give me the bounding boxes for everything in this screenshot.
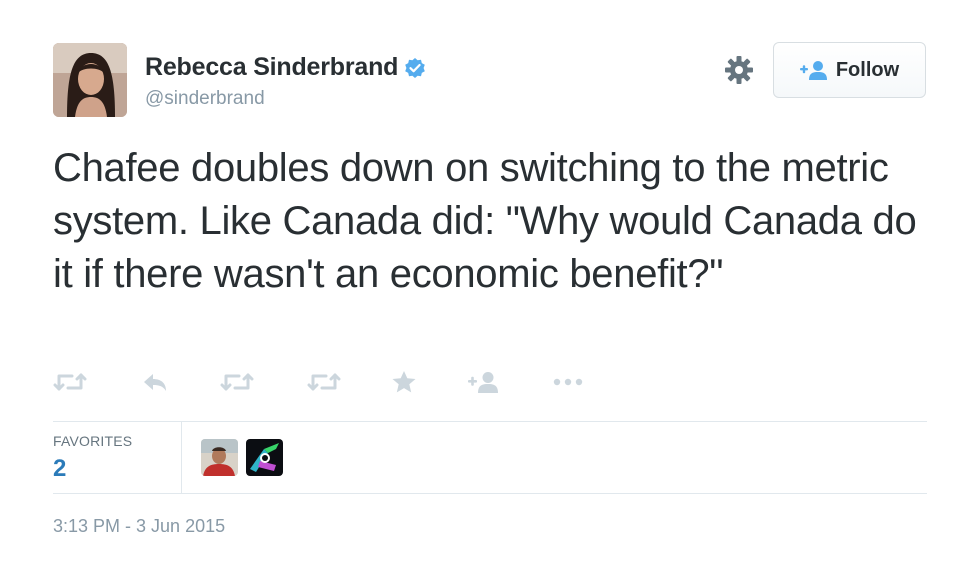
tweet-stats: FAVORITES 2: [53, 421, 927, 493]
avatar-image: [53, 43, 127, 117]
verified-badge-icon: [404, 57, 426, 79]
favoriter-avatar[interactable]: [201, 439, 238, 476]
follow-label: Follow: [835, 58, 900, 81]
gear-icon[interactable]: [724, 55, 754, 85]
favorites-count[interactable]: 2: [53, 455, 66, 483]
star-icon[interactable]: [391, 366, 417, 398]
author-handle[interactable]: @sinderbrand: [145, 88, 265, 110]
tweet-card: Rebecca Sinderbrand @sinderbrand Follow …: [0, 0, 980, 576]
reply-icon[interactable]: [141, 366, 169, 398]
follow-button[interactable]: Follow: [773, 42, 926, 98]
more-icon[interactable]: [552, 366, 584, 398]
follow-user-icon: [799, 60, 828, 80]
author-avatar[interactable]: [53, 43, 127, 117]
favorites-stat[interactable]: FAVORITES 2: [53, 421, 182, 493]
retweet-icon[interactable]: [307, 366, 341, 398]
tweet-timestamp[interactable]: 3:13 PM - 3 Jun 2015: [53, 516, 225, 537]
retweet-icon[interactable]: [53, 366, 87, 398]
retweet-icon[interactable]: [220, 366, 254, 398]
author-name-row: Rebecca Sinderbrand: [145, 53, 426, 82]
tweet-text: Chafee doubles down on switching to the …: [53, 146, 917, 296]
favoriter-avatars: [201, 439, 283, 476]
stats-bottom-divider: [53, 493, 927, 494]
favorites-label: FAVORITES: [53, 433, 133, 449]
author-display-name[interactable]: Rebecca Sinderbrand: [145, 53, 398, 82]
follow-user-icon[interactable]: [468, 366, 500, 398]
favoriter-avatar[interactable]: [246, 439, 283, 476]
